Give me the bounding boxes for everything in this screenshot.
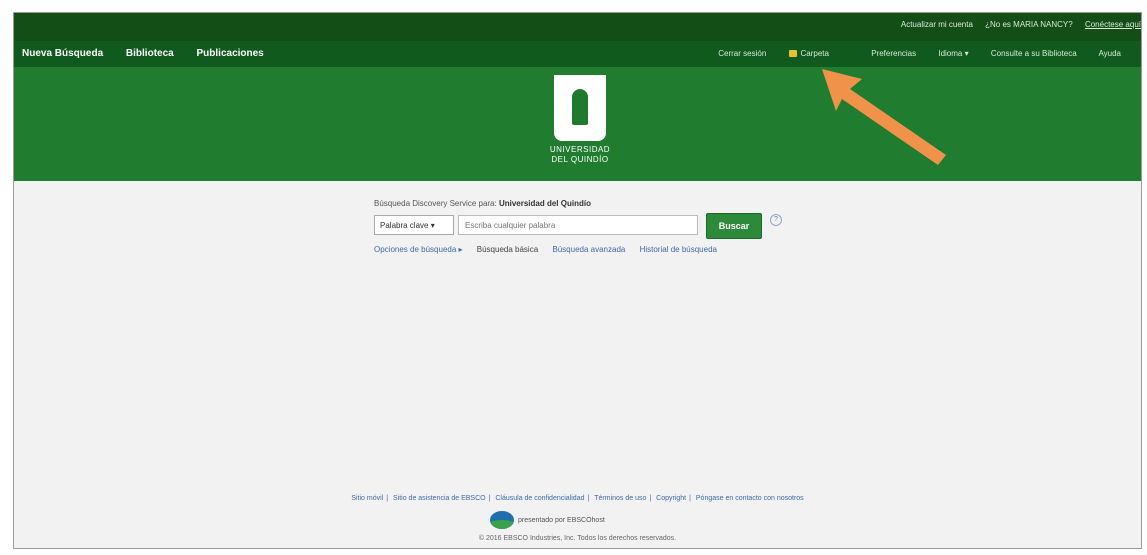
update-account-link[interactable]: Actualizar mi cuenta	[901, 20, 973, 29]
search-area: Búsqueda Discovery Service para: Univers…	[14, 181, 1141, 548]
search-button[interactable]: Buscar	[706, 213, 762, 239]
logo-text: UNIVERSIDAD DEL QUINDÍO	[534, 145, 626, 165]
footer-link-copyright[interactable]: Copyright	[656, 495, 686, 502]
ebsco-logo-icon	[490, 511, 514, 530]
university-banner: UNIVERSIDAD DEL QUINDÍO	[14, 67, 1141, 181]
language-dropdown[interactable]: Idioma ▾	[938, 49, 968, 58]
nav-right-group: Cerrar sesión Carpeta Preferencias Idiom…	[718, 49, 1141, 58]
keyword-select[interactable]: Palabra clave ▾	[374, 215, 454, 235]
copyright-text: © 2016 EBSCO Industries, Inc. Todos los …	[478, 535, 677, 542]
search-row: Palabra clave ▾ Buscar ?	[374, 213, 794, 239]
help-icon[interactable]: ?	[770, 214, 782, 226]
browser-frame: Actualizar mi cuenta ¿No es MARIA NANCY?…	[13, 12, 1142, 549]
footer-link-mobile[interactable]: Sitio móvil	[351, 495, 383, 502]
advanced-search-link[interactable]: Búsqueda avanzada	[552, 245, 625, 254]
preferences-link[interactable]: Preferencias	[871, 49, 916, 58]
search-links: Opciones de búsqueda ▸ Búsqueda básica B…	[374, 245, 729, 254]
footer-link-contact[interactable]: Póngase en contacto con nosotros	[696, 495, 804, 502]
powered-by-text: presentado por EBSCOhost	[518, 517, 605, 524]
nav-left-group: Nueva Búsqueda Biblioteca Publicaciones	[22, 48, 284, 59]
ask-library-link[interactable]: Consulte a su Biblioteca	[991, 49, 1077, 58]
utility-links: Actualizar mi cuenta ¿No es MARIA NANCY?…	[901, 20, 1141, 29]
search-history-link[interactable]: Historial de búsqueda	[640, 245, 717, 254]
main-navbar: Nueva Búsqueda Biblioteca Publicaciones …	[14, 41, 1141, 67]
logo-line-2: DEL QUINDÍO	[551, 155, 609, 164]
close-session-link[interactable]: Cerrar sesión	[718, 49, 766, 58]
footer-link-terms[interactable]: Términos de uso	[594, 495, 646, 502]
folder-label: Carpeta	[800, 49, 829, 58]
search-options-link[interactable]: Opciones de búsqueda ▸	[374, 245, 463, 254]
folder-link[interactable]: Carpeta	[788, 49, 849, 58]
folder-icon	[788, 50, 797, 57]
login-here-link[interactable]: Conéctese aquí	[1085, 20, 1141, 29]
footer-links: Sitio móvil | Sitio de asistencia de EBSC…	[351, 495, 804, 502]
annotation-arrow-icon	[822, 69, 946, 165]
logo-line-1: UNIVERSIDAD	[549, 145, 611, 154]
nav-new-search[interactable]: Nueva Búsqueda	[22, 48, 103, 59]
basic-search-link[interactable]: Búsqueda básica	[477, 245, 538, 254]
footer-link-support[interactable]: Sitio de asistencia de EBSCO	[393, 495, 486, 502]
top-utility-bar: Actualizar mi cuenta ¿No es MARIA NANCY?…	[14, 13, 1141, 41]
logo-mark	[572, 89, 588, 125]
help-link[interactable]: Ayuda	[1098, 49, 1121, 58]
nav-publications[interactable]: Publicaciones	[197, 48, 264, 59]
search-input[interactable]	[458, 215, 698, 235]
not-user-link[interactable]: ¿No es MARIA NANCY?	[985, 20, 1073, 29]
university-logo	[554, 75, 606, 141]
powered-by: presentado por EBSCOhost	[490, 511, 605, 531]
search-caption-org: Universidad del Quindío	[498, 199, 591, 208]
search-caption: Búsqueda Discovery Service para: Univers…	[374, 199, 591, 208]
footer-link-privacy[interactable]: Cláusula de confidencialidad	[495, 495, 584, 502]
nav-library[interactable]: Biblioteca	[126, 48, 174, 59]
search-caption-prefix: Búsqueda Discovery Service para:	[374, 199, 499, 208]
